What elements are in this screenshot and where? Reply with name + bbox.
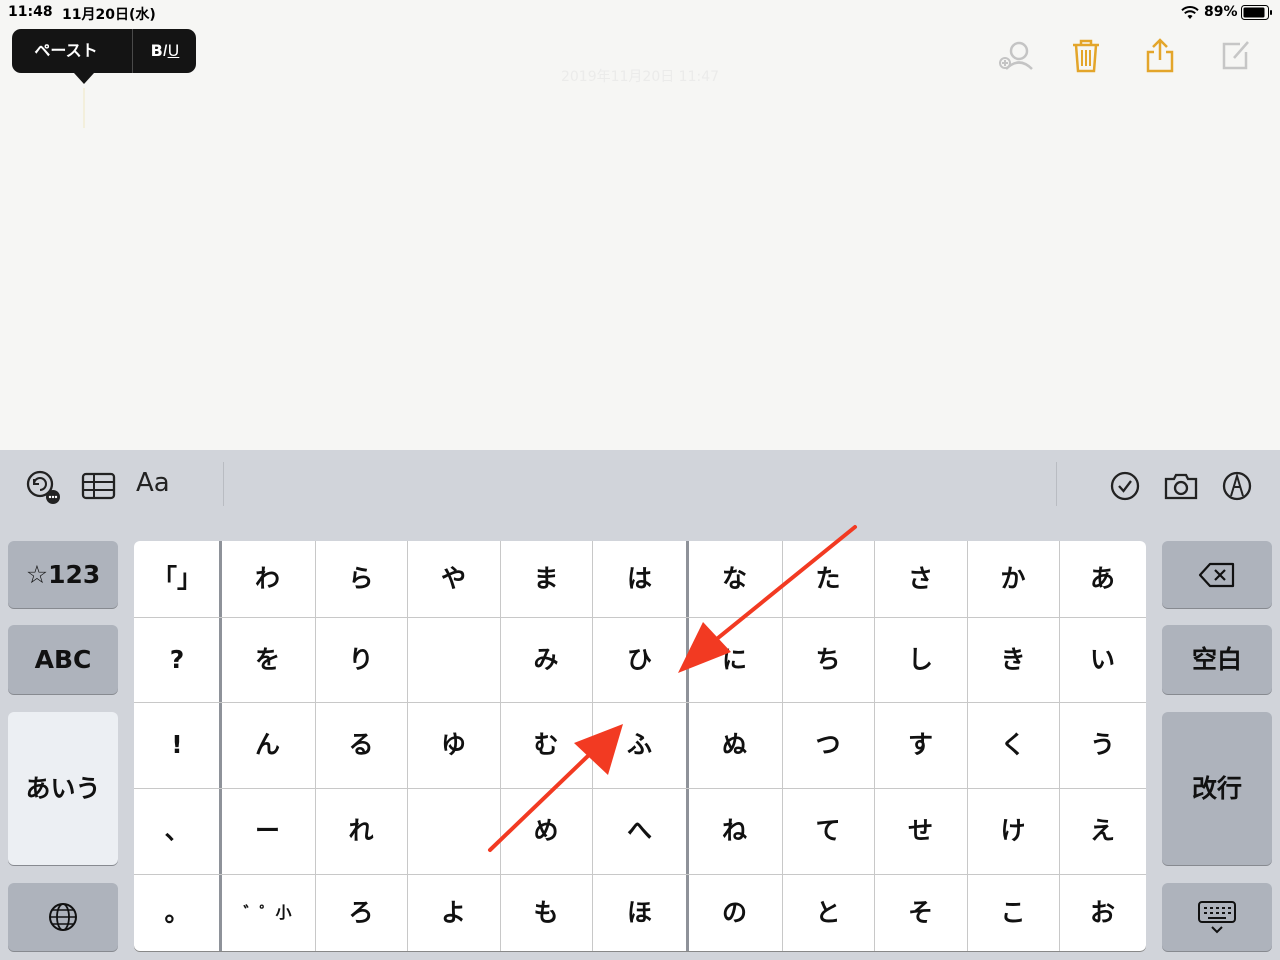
kana-key[interactable]: 「」 [134,541,220,617]
kana-key[interactable]: や [407,541,500,617]
format-toolbar: Aa [0,450,1280,522]
kana-key[interactable]: 、 [134,788,220,874]
delete-key[interactable] [1162,541,1272,608]
kana-key[interactable]: む [500,702,592,788]
kana-key[interactable]: く [967,702,1059,788]
kana-key[interactable]: 。 [134,874,220,951]
kana-key[interactable]: ! [134,702,220,788]
kana-key[interactable]: も [500,874,592,951]
kana-key[interactable]: な [687,541,782,617]
globe-icon [49,903,77,931]
status-date: 11月20日(水) [62,7,156,23]
kana-key[interactable]: ゛゜小 [220,874,315,951]
kana-key[interactable]: ち [782,617,874,702]
toolbar-divider [1056,462,1057,506]
status-bar: 11:48 11月20日(水) 89% [0,0,1280,26]
kana-key[interactable]: の [687,874,782,951]
kana-key[interactable]: ほ [592,874,687,951]
kana-key[interactable]: に [687,617,782,702]
battery-icon [1241,5,1272,20]
kana-key[interactable]: あ [1059,541,1146,617]
wifi-icon [1181,6,1199,19]
kana-key[interactable]: ひ [592,617,687,702]
blank-key[interactable] [407,788,500,874]
kana-key[interactable]: ぬ [687,702,782,788]
space-key[interactable]: 空白 [1162,625,1272,694]
share-icon[interactable] [1140,36,1180,76]
kana-key[interactable]: き [967,617,1059,702]
kana-key[interactable]: れ [315,788,407,874]
kana-key[interactable]: ゆ [407,702,500,788]
kana-key[interactable]: わ [220,541,315,617]
kana-key[interactable]: そ [874,874,967,951]
return-key[interactable]: 改行 [1162,712,1272,865]
undo-icon[interactable] [22,466,62,506]
kana-key[interactable]: け [967,788,1059,874]
kana-key[interactable]: ね [687,788,782,874]
kana-grid: 「」わらやまはなたさかあ? をり みひにちしきい! んるゆむふぬつすくう、ーれ めへねて… [134,541,1146,951]
add-person-icon[interactable] [996,36,1036,76]
status-time: 11:48 [8,4,53,20]
kana-key[interactable]: を [220,617,315,702]
kana-key[interactable]: ん [220,702,315,788]
kana-key[interactable]: い [1059,617,1146,702]
popup-pointer [74,73,94,84]
kana-key[interactable]: は [592,541,687,617]
text-cursor [83,88,85,128]
markup-icon[interactable] [1217,466,1257,506]
checklist-icon[interactable] [1105,466,1145,506]
keyboard-hide-icon [1198,901,1236,934]
kana-key[interactable]: よ [407,874,500,951]
toolbar-divider [223,462,224,506]
kana-key[interactable]: ー [220,788,315,874]
kana-key[interactable]: せ [874,788,967,874]
format-biu-button[interactable]: BIU [134,29,196,73]
abc-key[interactable]: ABC [8,625,118,694]
battery-percent: 89% [1204,4,1238,20]
kana-key[interactable]: み [500,617,592,702]
japanese-kana-keyboard: Aa ☆123 ABC あいう 空白 改行 「」 わ ら や ま は な た さ… [0,450,1280,960]
kana-key[interactable]: こ [967,874,1059,951]
kana-key[interactable]: つ [782,702,874,788]
compose-icon[interactable] [1216,36,1256,76]
kana-key[interactable]: と [782,874,874,951]
kana-key[interactable]: へ [592,788,687,874]
note-date: 2019年11月20日 11:47 [560,69,720,85]
kana-key[interactable]: り [315,617,407,702]
kana-key[interactable]: う [1059,702,1146,788]
kana-key[interactable]: ら [315,541,407,617]
kana-key[interactable]: し [874,617,967,702]
text-format-button[interactable]: Aa [136,468,170,498]
kana-key[interactable]: る [315,702,407,788]
kana-key[interactable]: す [874,702,967,788]
trash-icon[interactable] [1066,36,1106,76]
kana-key[interactable]: た [782,541,874,617]
kana-key[interactable]: ? [134,617,220,702]
kana-key[interactable]: え [1059,788,1146,874]
kana-key[interactable]: ろ [315,874,407,951]
camera-icon[interactable] [1161,466,1201,506]
blank-key[interactable] [407,617,500,702]
kana-key[interactable]: ま [500,541,592,617]
backspace-icon [1198,562,1235,588]
kana-key[interactable]: て [782,788,874,874]
kana-key[interactable]: あいう [8,712,118,865]
kana-key[interactable]: お [1059,874,1146,951]
numbers-key[interactable]: ☆123 [8,541,118,608]
dismiss-keyboard-key[interactable] [1162,883,1272,951]
kana-key[interactable]: さ [874,541,967,617]
edit-menu-popup: ペースト BIU [12,29,196,84]
globe-key[interactable] [8,883,118,951]
paste-button[interactable]: ペースト [12,29,120,73]
kana-key[interactable]: か [967,541,1059,617]
kana-key[interactable]: め [500,788,592,874]
kana-key[interactable]: ふ [592,702,687,788]
table-icon[interactable] [79,466,119,506]
popup-divider [132,29,133,73]
